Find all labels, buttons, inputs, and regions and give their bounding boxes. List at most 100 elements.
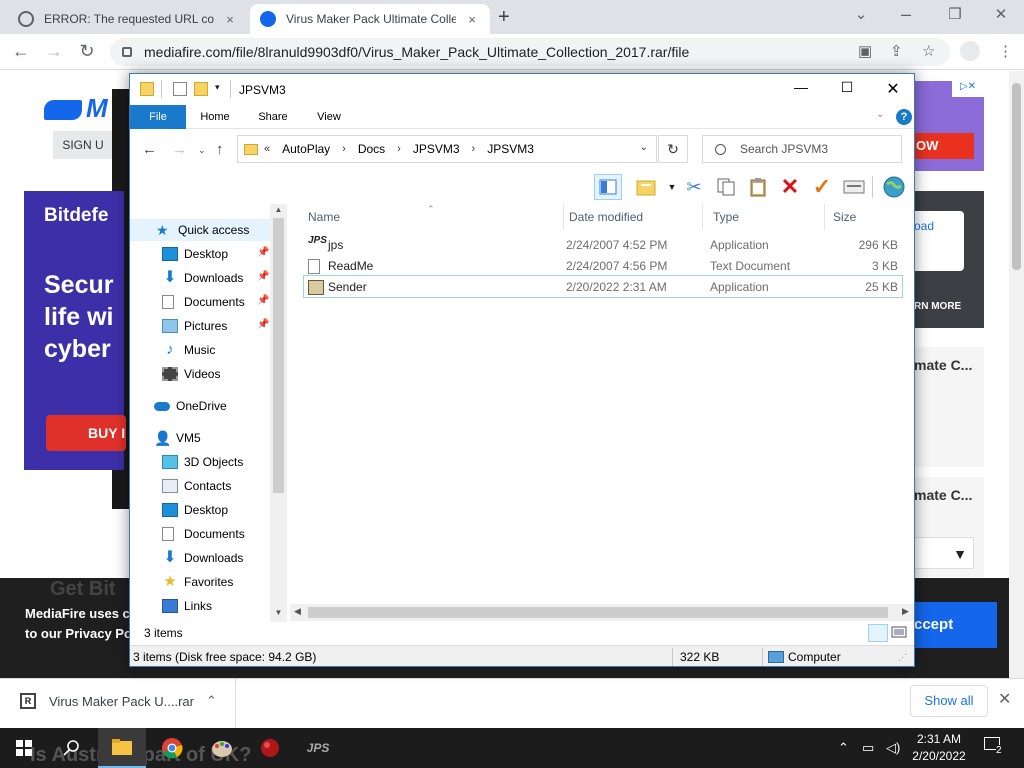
- nav-documents[interactable]: Documents: [162, 523, 270, 545]
- download-item-name[interactable]: Virus Maker Pack U....rar: [49, 694, 194, 709]
- breadcrumb-docs[interactable]: Docs: [358, 142, 385, 156]
- breadcrumb-autoplay[interactable]: AutoPlay: [282, 142, 330, 156]
- file-row-sender[interactable]: Sender 2/20/2022 2:31 AM Application 25 …: [303, 275, 903, 298]
- back-button[interactable]: ←: [10, 41, 32, 62]
- restore-button[interactable]: ❐: [943, 5, 967, 23]
- nav-quick-downloads[interactable]: ⬇ Downloads 📌: [162, 267, 270, 289]
- accept-cookies-button[interactable]: ccept: [914, 602, 997, 648]
- resize-grip-icon[interactable]: ⋰: [898, 652, 907, 663]
- help-icon[interactable]: ?: [896, 109, 912, 125]
- jps-taskbar-button[interactable]: JPS: [294, 728, 342, 768]
- advertisement-right[interactable]: ▷✕ OW: [914, 81, 984, 171]
- nav-quick-pictures[interactable]: Pictures 📌: [162, 315, 270, 337]
- menu-kebab-icon[interactable]: ⋮: [998, 42, 1013, 60]
- nav-quick-music[interactable]: ♪ Music: [162, 339, 270, 361]
- ad-cta[interactable]: OW: [914, 133, 974, 159]
- install-app-icon[interactable]: ▣: [858, 42, 872, 60]
- volume-icon[interactable]: ◁): [886, 740, 900, 756]
- new-folder-icon[interactable]: [194, 82, 208, 96]
- address-dropdown-icon[interactable]: ⌄: [640, 142, 648, 153]
- column-size[interactable]: Size: [827, 204, 907, 230]
- nav-downloads[interactable]: ⬇ Downloads: [162, 547, 270, 569]
- tab-share[interactable]: Share: [250, 105, 296, 129]
- file-row-readme[interactable]: ReadMe 2/24/2007 4:56 PM Text Document 3…: [304, 255, 902, 276]
- recent-locations-icon[interactable]: ⌄: [198, 145, 206, 156]
- preview-pane-icon[interactable]: [594, 174, 622, 200]
- scroll-right-icon[interactable]: ▶: [902, 606, 909, 617]
- back-button[interactable]: ←: [142, 141, 157, 158]
- nav-quick-desktop[interactable]: Desktop 📌: [162, 243, 270, 265]
- tab-search-icon[interactable]: ⌄: [849, 5, 873, 23]
- nav-user-vm5[interactable]: 👤 VM5: [154, 427, 270, 449]
- globe-icon[interactable]: [880, 174, 908, 200]
- page-scrollbar[interactable]: [1009, 71, 1024, 678]
- download-link[interactable]: oad: [914, 211, 964, 271]
- horizontal-scrollbar[interactable]: ◀ ▶: [290, 604, 914, 621]
- minimize-button[interactable]: –: [894, 4, 918, 25]
- close-tab-icon[interactable]: ×: [464, 12, 480, 27]
- network-icon[interactable]: ▭: [862, 740, 874, 756]
- nav-contacts[interactable]: Contacts: [162, 475, 270, 497]
- breadcrumb-jpsvm3-current[interactable]: JPSVM3: [487, 142, 534, 156]
- nav-quick-documents[interactable]: Documents 📌: [162, 291, 270, 313]
- file-row-jps[interactable]: JPS jps 2/24/2007 4:52 PM Application 29…: [304, 234, 902, 255]
- nav-desktop[interactable]: Desktop: [162, 499, 270, 521]
- address-bar[interactable]: « AutoPlay › Docs › JPSVM3 › JPSVM3 ⌄: [237, 135, 657, 163]
- paint-taskbar-button[interactable]: [198, 728, 246, 768]
- mediafire-logo[interactable]: M: [44, 93, 108, 124]
- close-button[interactable]: ✕: [870, 79, 914, 99]
- search-button[interactable]: [48, 728, 96, 768]
- up-button[interactable]: ↑: [216, 141, 224, 158]
- expand-ribbon-icon[interactable]: ⌄: [876, 109, 884, 120]
- column-date-modified[interactable]: Date modified: [563, 204, 703, 230]
- notification-center-button[interactable]: 2: [984, 737, 1006, 757]
- nav-quick-videos[interactable]: Videos: [162, 363, 270, 385]
- check-icon[interactable]: ✓: [808, 174, 836, 200]
- start-button[interactable]: [0, 728, 48, 768]
- advertisement-left[interactable]: Bitdefe Secur life wi cyber BUY I: [24, 191, 126, 470]
- profile-avatar[interactable]: [960, 41, 980, 61]
- forward-button[interactable]: →: [43, 41, 65, 62]
- forward-button[interactable]: →: [172, 141, 187, 158]
- breadcrumb-overflow[interactable]: «: [264, 143, 270, 155]
- customize-quick-access-icon[interactable]: ▾: [215, 82, 220, 93]
- file-explorer-taskbar-button[interactable]: [98, 728, 146, 768]
- learn-more-link[interactable]: RN MORE: [914, 301, 961, 312]
- folder-options-icon[interactable]: [632, 174, 660, 200]
- properties-icon[interactable]: [840, 174, 868, 200]
- minimize-button[interactable]: —: [778, 79, 824, 95]
- scroll-down-icon[interactable]: ▼: [270, 608, 287, 617]
- adchoices-icon[interactable]: ▷✕: [952, 81, 984, 97]
- tab-view[interactable]: View: [306, 105, 352, 129]
- search-input[interactable]: Search JPSVM3: [702, 135, 902, 163]
- reload-button[interactable]: ↻: [76, 41, 98, 62]
- column-name[interactable]: Name: [302, 204, 564, 230]
- close-window-button[interactable]: ✕: [989, 5, 1013, 23]
- close-shelf-icon[interactable]: ✕: [998, 689, 1011, 709]
- nav-scrollbar[interactable]: ▲ ▼: [270, 204, 287, 622]
- address-bar[interactable]: mediafire.com/file/8lranuld9903df0/Virus…: [110, 38, 950, 66]
- system-clock[interactable]: 2:31 AM 2/20/2022: [906, 731, 972, 765]
- ad-buy-button[interactable]: BUY I: [46, 415, 126, 451]
- scroll-up-icon[interactable]: ▲: [270, 205, 287, 214]
- paste-icon[interactable]: [744, 174, 772, 200]
- cut-icon[interactable]: ✂: [680, 174, 708, 200]
- maximize-button[interactable]: ☐: [824, 79, 870, 96]
- share-icon[interactable]: ⇪: [890, 42, 903, 60]
- bookmark-star-icon[interactable]: ☆: [922, 42, 935, 60]
- nav-links[interactable]: Links: [162, 595, 270, 617]
- close-tab-icon[interactable]: ×: [222, 12, 238, 27]
- app-taskbar-button[interactable]: [246, 728, 294, 768]
- browser-tab-error[interactable]: ERROR: The requested URL could not be re…: [8, 4, 248, 34]
- show-hidden-icons[interactable]: ⌃: [838, 740, 849, 756]
- nav-favorites[interactable]: ★ Favorites: [162, 571, 270, 593]
- column-type[interactable]: Type: [707, 204, 825, 230]
- dropdown-select[interactable]: ▼: [914, 537, 974, 569]
- page-scrollbar-thumb[interactable]: [1012, 83, 1021, 270]
- properties-icon[interactable]: [173, 82, 187, 96]
- signup-button[interactable]: SIGN U: [53, 131, 113, 159]
- refresh-button[interactable]: ↻: [658, 135, 688, 163]
- nav-quick-access[interactable]: ★ Quick access: [130, 219, 270, 241]
- details-view-icon[interactable]: [868, 624, 888, 642]
- scroll-left-icon[interactable]: ◀: [294, 606, 301, 617]
